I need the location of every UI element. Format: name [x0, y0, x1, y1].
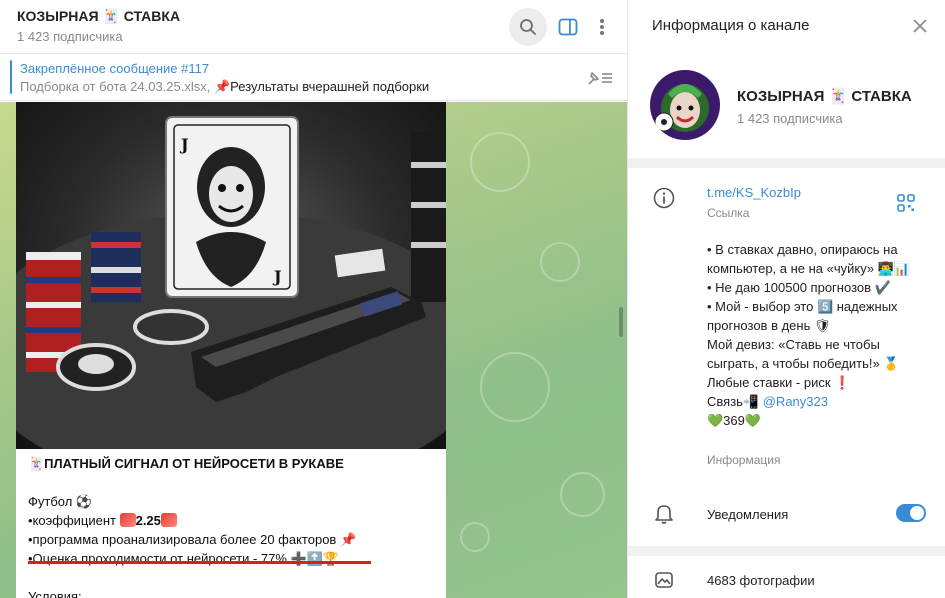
pinned-preview: Подборка от бота 24.03.25.xlsx, 📌Результ… — [20, 79, 429, 95]
link-caption: Ссылка — [707, 206, 750, 220]
chat-title[interactable]: КОЗЫРНАЯ 🃏 СТАВКА — [17, 8, 180, 25]
about-line: Связь📲 @Rany323 — [707, 392, 917, 411]
channel-link[interactable]: t.me/KS_KozbIp — [707, 185, 801, 200]
message-heading: 🃏ПЛАТНЫЙ СИГНАЛ ОТ НЕЙРОСЕТИ В РУКАВЕ — [28, 456, 344, 471]
chat-subscribers: 1 423 подписчика — [17, 29, 123, 44]
pinned-message-bar[interactable]: Закреплённое сообщение #117 Подборка от … — [0, 54, 627, 101]
bg-doodle — [540, 242, 580, 282]
photos-icon-wrap — [652, 568, 676, 592]
svg-text:J: J — [179, 135, 189, 154]
search-icon — [520, 19, 536, 35]
coef-label: •коэффициент — [28, 513, 120, 528]
close-button[interactable] — [908, 14, 932, 38]
qr-code-button[interactable] — [896, 193, 916, 213]
message-sport: Футбол ⚽ — [28, 494, 93, 509]
message-body: 🃏ПЛАТНЫЙ СИГНАЛ ОТ НЕЙРОСЕТИ В РУКАВЕ Фу… — [28, 454, 438, 598]
chat-background[interactable]: J J 🃏ПЛАТНЫЙ СИГНАЛ ОТ НЕЙРОСЕТИ В РУКАВ… — [0, 102, 627, 598]
about-line: Любые ставки - риск ❗ — [707, 375, 851, 390]
message-photo[interactable]: J J — [16, 102, 446, 449]
bg-doodle — [480, 352, 550, 422]
about-line: • Не даю 100500 прогнозов ✔️ — [707, 280, 891, 295]
contact-prefix: Связь📲 — [707, 394, 763, 409]
channel-name: КОЗЫРНАЯ 🃏 СТАВКА — [737, 88, 912, 105]
chip-stack — [91, 232, 141, 302]
channel-subscribers: 1 423 подписчика — [737, 111, 843, 126]
toggle-knob — [910, 506, 924, 520]
pinned-file: Подборка от бота 24.03.25.xlsx, — [20, 79, 214, 94]
channel-description: • В ставках давно, опираюсь на компьютер… — [707, 240, 917, 430]
message-factors-line: •программа проанализировала более 20 фак… — [28, 532, 357, 547]
search-button[interactable] — [509, 8, 547, 46]
about-line: 💚369💚 — [707, 413, 762, 428]
chat-scrollbar[interactable] — [619, 307, 623, 337]
toggle-sidebar-button[interactable] — [549, 8, 587, 46]
fire-odds-icon — [119, 513, 136, 527]
channel-avatar[interactable] — [650, 70, 720, 140]
about-line: Мой девиз: «Ставь не чтобы сыграть, а чт… — [707, 337, 900, 371]
pin-list-icon — [588, 72, 612, 85]
divider — [628, 158, 945, 168]
svg-text:J: J — [272, 267, 282, 286]
channel-message[interactable]: J J 🃏ПЛАТНЫЙ СИГНАЛ ОТ НЕЙРОСЕТИ В РУКАВ… — [16, 102, 446, 598]
more-button[interactable] — [583, 8, 621, 46]
notifications-label: Уведомления — [707, 507, 789, 522]
about-line: • Мой - выбор это 5️⃣ надежных прогнозов… — [707, 299, 898, 333]
coef-value: 2.25 — [135, 513, 161, 528]
about-caption: Информация — [707, 453, 781, 467]
fire-odds-icon — [160, 513, 177, 527]
sidebar-panel-icon — [558, 18, 578, 36]
bg-doodle — [560, 472, 605, 517]
bell-icon — [655, 505, 673, 524]
chat-panel: КОЗЫРНАЯ 🃏 СТАВКА 1 423 подписчика Закре… — [0, 0, 627, 598]
channel-info-panel: Информация о канале КОЗЫРНАЯ 🃏 СТАВКА 1 … — [627, 0, 945, 598]
qr-code-icon — [897, 194, 915, 212]
pinned-title: Закреплённое сообщение #117 — [20, 61, 210, 76]
message-rate-line: •Оценка проходимости от нейросети - 77% … — [28, 551, 340, 566]
pinned-list-button[interactable] — [585, 66, 615, 90]
close-icon — [913, 19, 927, 33]
photos-icon — [655, 572, 673, 588]
info-panel-title: Информация о канале — [652, 17, 810, 34]
about-line: • В ставках давно, опираюсь на компьютер… — [707, 242, 911, 276]
bg-doodle — [470, 132, 530, 192]
bell-icon-wrap — [652, 502, 676, 526]
bg-doodle — [460, 522, 490, 552]
chat-header[interactable]: КОЗЫРНАЯ 🃏 СТАВКА 1 423 подписчика — [0, 0, 627, 54]
message-conditions: Условия: — [28, 589, 82, 598]
photos-count-row[interactable]: 4683 фотографии — [707, 573, 815, 588]
chip-stack — [411, 132, 446, 302]
joker-avatar-image — [650, 70, 720, 140]
more-vertical-icon — [600, 19, 604, 35]
info-icon — [653, 187, 675, 209]
joker-card-image: J J — [16, 116, 446, 449]
contact-username-link[interactable]: @Rany323 — [763, 394, 828, 409]
pinned-text: 📌Результаты вчерашней подборки — [213, 79, 430, 94]
pinned-indicator — [10, 60, 12, 94]
joker-card: J J — [165, 116, 299, 298]
divider — [628, 546, 945, 556]
notifications-toggle[interactable] — [896, 504, 926, 522]
message-coef-line: •коэффициент 2.25 — [28, 511, 438, 530]
red-underline — [28, 561, 371, 564]
info-icon-wrap — [652, 186, 676, 210]
